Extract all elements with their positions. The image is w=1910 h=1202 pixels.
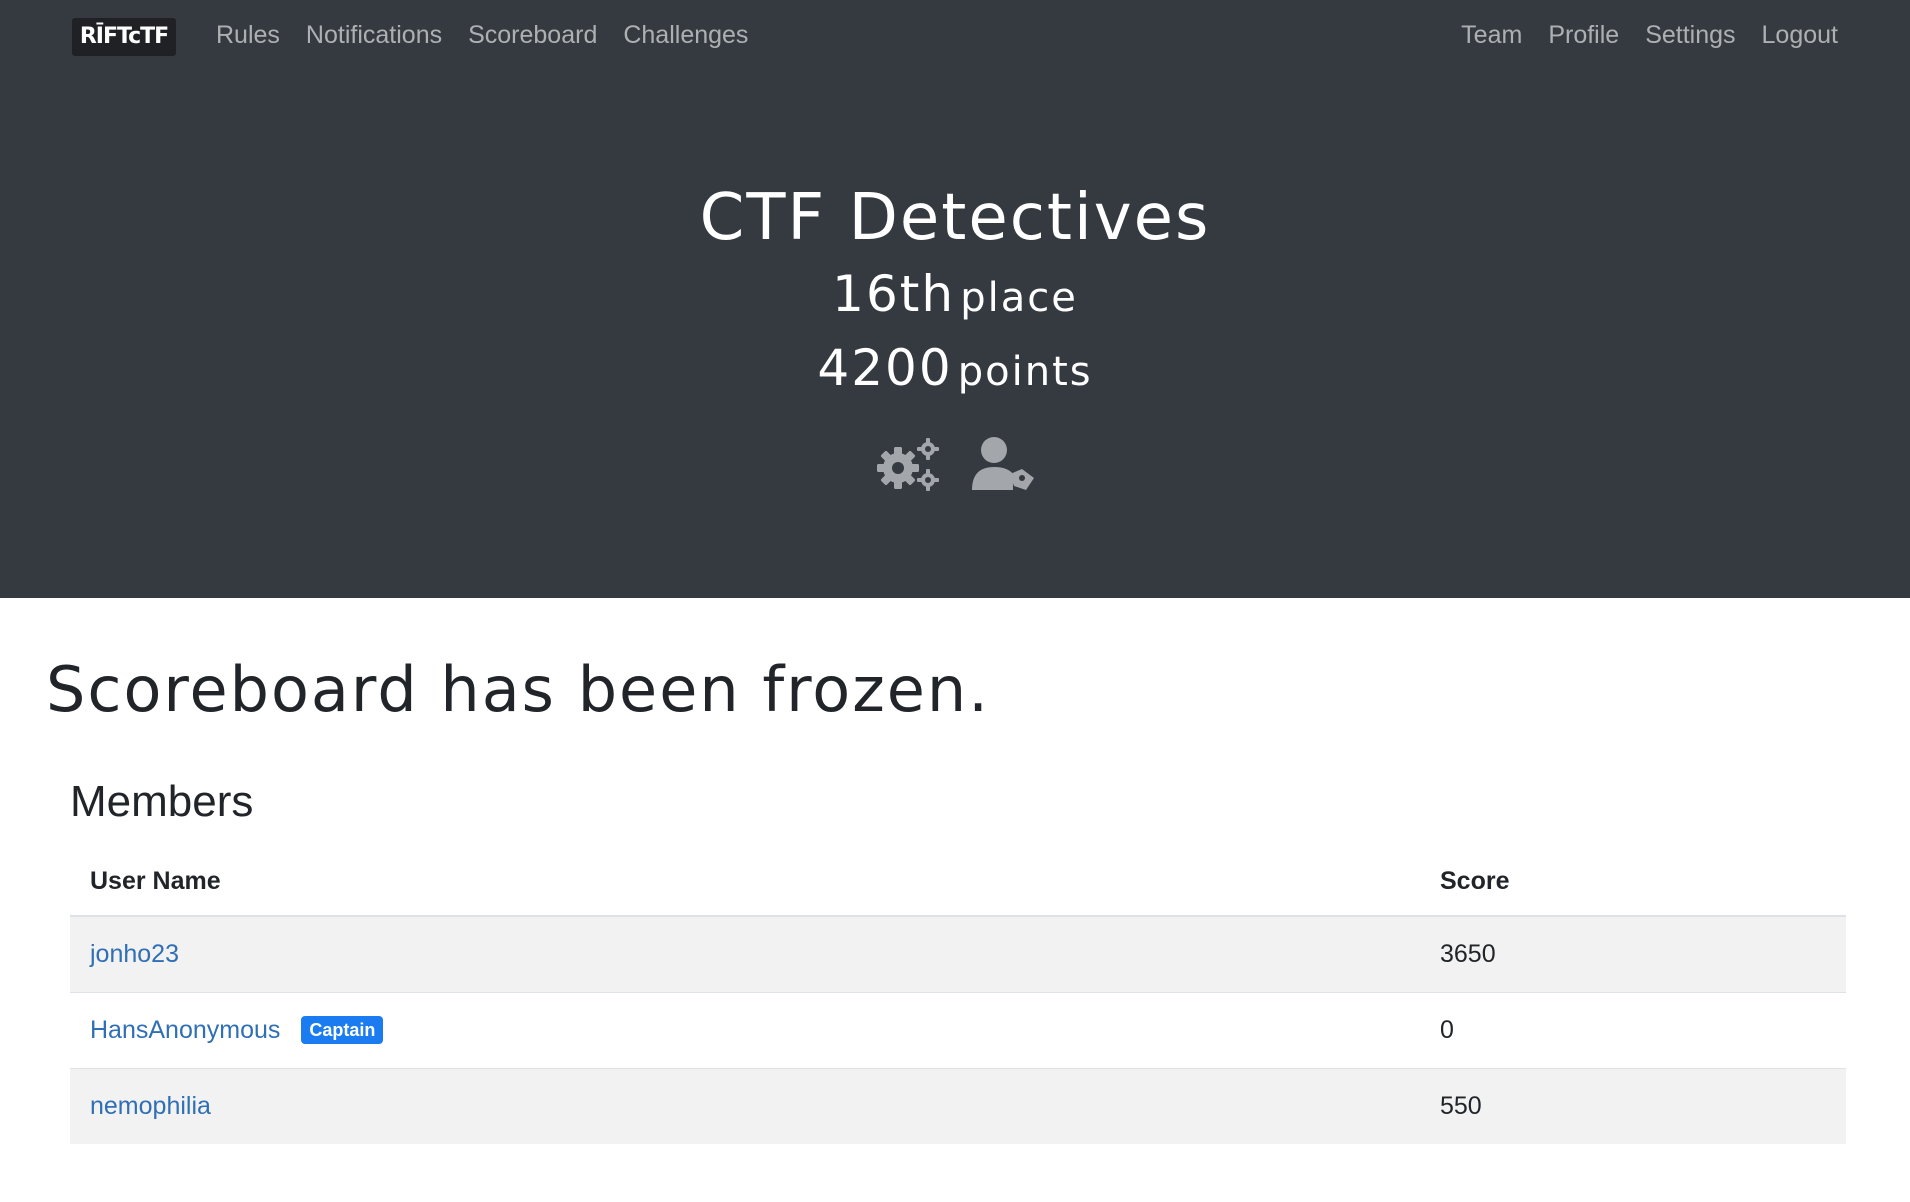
members-title: Members (70, 777, 254, 826)
team-place: 16th place (0, 264, 1910, 336)
gears-icon[interactable] (874, 436, 942, 497)
team-header: CTF Detectives 16th place 4200 points (0, 70, 1910, 598)
member-name-cell: HansAnonymous Captain (70, 991, 1420, 1068)
table-row: nemophilia 550 (70, 1067, 1846, 1144)
nav-right: Team Profile Settings Logout (1435, 0, 1838, 70)
nav-rules-link[interactable]: Rules (216, 21, 280, 50)
table-row: HansAnonymous Captain 0 (70, 991, 1846, 1068)
scoreboard-frozen-notice: Scoreboard has been frozen. (46, 653, 990, 726)
col-header-score: Score (1420, 848, 1846, 917)
team-place-label: place (960, 275, 1078, 321)
member-link[interactable]: jonho23 (90, 940, 179, 968)
member-score: 3650 (1420, 915, 1846, 992)
nav-settings-link[interactable]: Settings (1645, 21, 1735, 50)
member-link[interactable]: nemophilia (90, 1092, 211, 1120)
team-points-number: 4200 (817, 339, 953, 397)
nav-challenges-link[interactable]: Challenges (623, 21, 748, 50)
team-name: CTF Detectives (699, 181, 1211, 255)
team-points-label: points (957, 349, 1093, 395)
nav-notifications-link[interactable]: Notifications (306, 21, 442, 50)
team-place-number: 16th (832, 265, 956, 323)
nav-scoreboard-link[interactable]: Scoreboard (468, 21, 597, 50)
captain-badge: Captain (301, 1015, 384, 1044)
navbar: RĪFTcTF Rules Notifications Scoreboard C… (0, 0, 1910, 70)
user-tag-icon[interactable] (968, 436, 1036, 497)
nav-left: Rules Notifications Scoreboard Challenge… (216, 0, 774, 70)
team-actions (0, 436, 1910, 497)
member-link[interactable]: HansAnonymous (90, 1016, 280, 1044)
nav-team-link[interactable]: Team (1461, 21, 1522, 50)
col-header-username: User Name (70, 848, 1420, 917)
member-score: 0 (1420, 991, 1846, 1068)
team-points: 4200 points (0, 338, 1910, 410)
brand-logo[interactable]: RĪFTcTF (72, 18, 176, 56)
table-row: jonho23 3650 (70, 915, 1846, 992)
member-name-cell: jonho23 (70, 915, 1420, 992)
member-name-cell: nemophilia (70, 1067, 1420, 1144)
members-table: User Name Score jonho23 3650 HansAnonymo… (70, 848, 1846, 1144)
nav-logout-link[interactable]: Logout (1762, 21, 1838, 50)
member-score: 550 (1420, 1067, 1846, 1144)
table-header-row: User Name Score (70, 848, 1846, 917)
nav-profile-link[interactable]: Profile (1548, 21, 1619, 50)
